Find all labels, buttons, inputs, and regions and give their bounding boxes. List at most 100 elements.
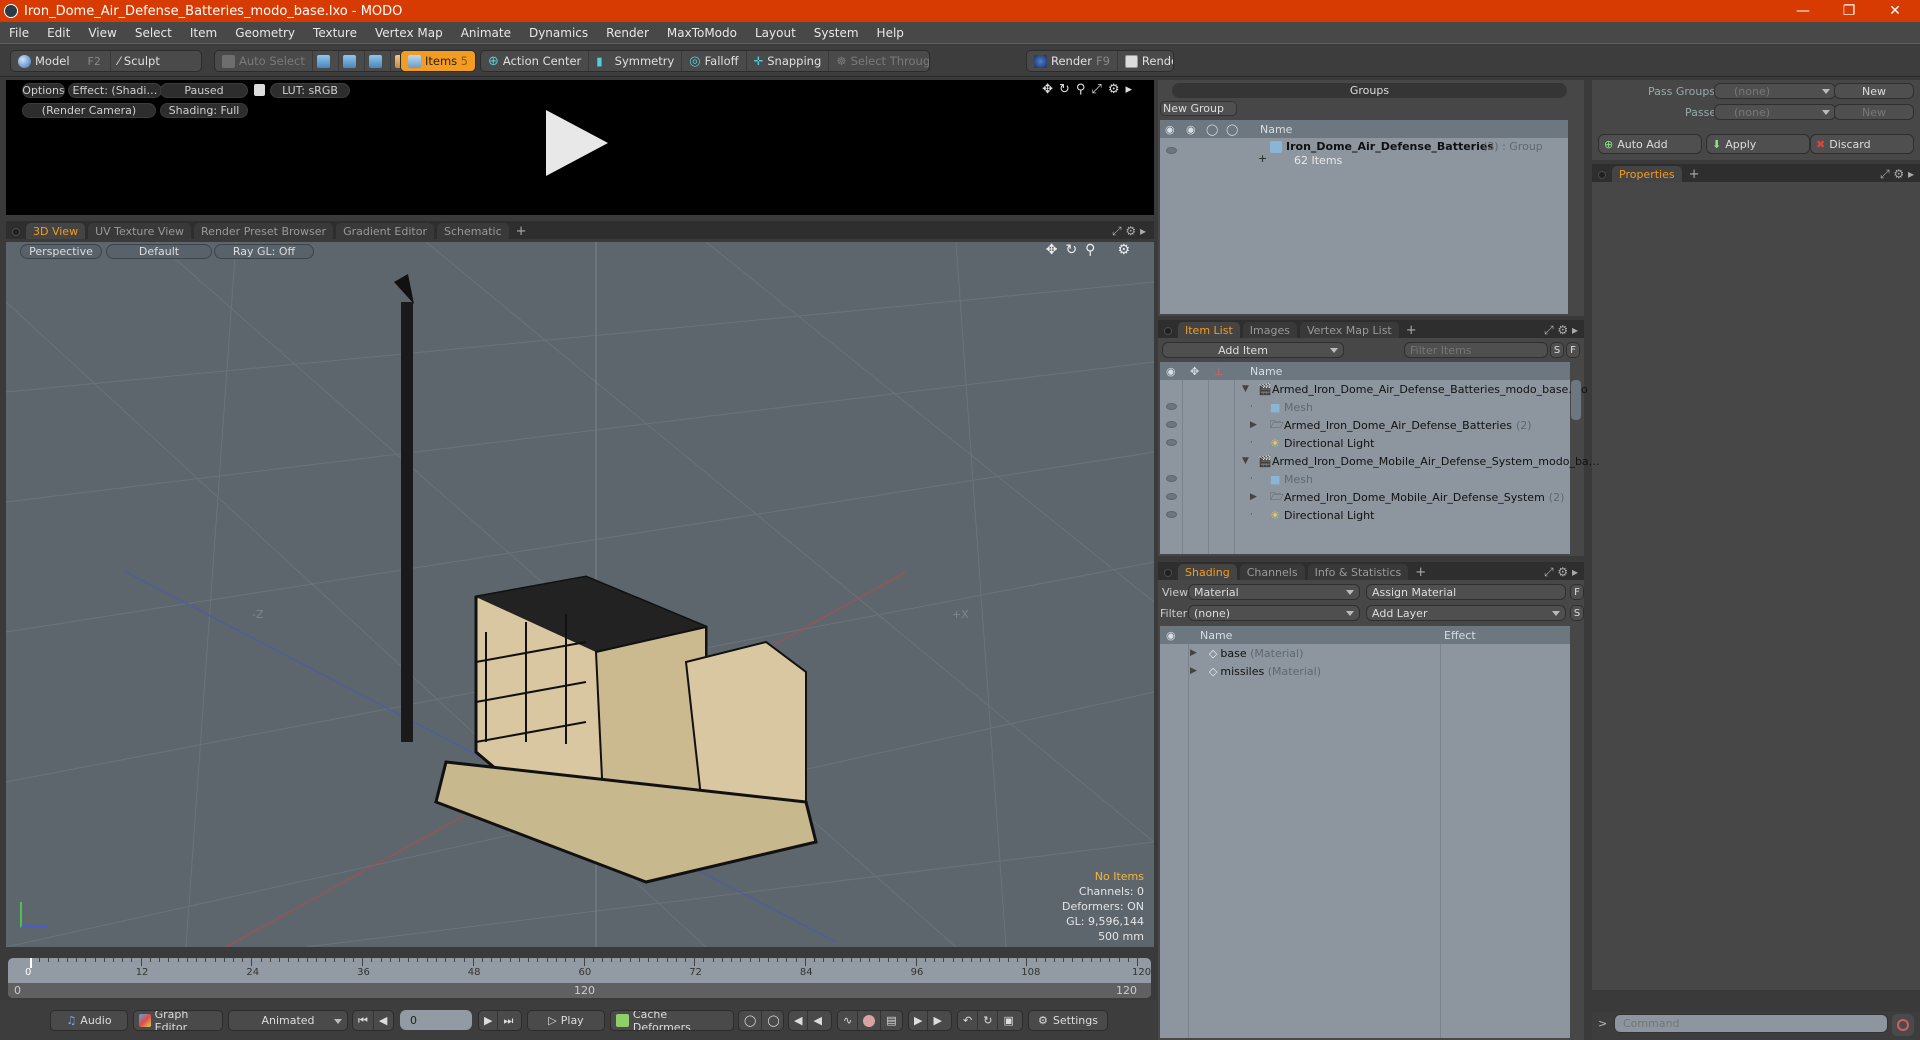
auto-select-button[interactable]: Auto Select bbox=[215, 51, 313, 71]
play-icon[interactable] bbox=[546, 110, 608, 176]
eye-icon[interactable] bbox=[1166, 403, 1177, 410]
menu-texture[interactable]: Texture bbox=[304, 26, 366, 40]
auto-key-button[interactable]: ∿ bbox=[838, 1011, 859, 1030]
shading-f-button[interactable]: F bbox=[1570, 584, 1584, 600]
menu-animate[interactable]: Animate bbox=[452, 26, 520, 40]
polygons-mode-button[interactable] bbox=[365, 51, 391, 71]
3d-viewport[interactable]: Perspective Default Ray GL: Off ✥↻⚲ ⚙ -Z … bbox=[6, 242, 1154, 947]
new-group-button[interactable]: New Group bbox=[1160, 101, 1237, 116]
filter-s-button[interactable]: S bbox=[1550, 342, 1564, 358]
expand-arrow-icon[interactable]: ▶ bbox=[1250, 420, 1257, 430]
new-pass-button[interactable]: New bbox=[1834, 104, 1914, 120]
snapping-button[interactable]: ✛ Snapping bbox=[747, 51, 830, 71]
menu-dynamics[interactable]: Dynamics bbox=[520, 26, 597, 40]
render-effect-dropdown[interactable]: Effect: (Shadi… bbox=[68, 83, 162, 98]
next-key-button[interactable]: ▶ bbox=[909, 1011, 929, 1030]
new-pass-group-button[interactable]: New bbox=[1834, 83, 1914, 99]
tab-uv-texture-view[interactable]: UV Texture View bbox=[88, 223, 192, 239]
menu-view[interactable]: View bbox=[79, 26, 125, 40]
render-shading-dropdown[interactable]: Shading: Full bbox=[160, 103, 248, 118]
settings-button[interactable]: ⚙ Settings bbox=[1028, 1010, 1108, 1031]
key-down-button[interactable]: ◯ bbox=[762, 1011, 783, 1030]
menu-render[interactable]: Render bbox=[597, 26, 658, 40]
gear-icon[interactable]: ⚙ bbox=[1108, 82, 1126, 97]
item-list-row[interactable]: ▶ 🗁 Armed_Iron_Dome_Mobile_Air_Defense_Sys… bbox=[1160, 488, 1570, 506]
add-tab-button[interactable]: + bbox=[1411, 565, 1430, 580]
shading-s-button[interactable]: S bbox=[1570, 605, 1584, 621]
tab-shading[interactable]: Shading bbox=[1178, 564, 1237, 580]
cache-deformers-button[interactable]: Cache Deformers bbox=[610, 1010, 734, 1031]
key-delete-button[interactable]: ↶ bbox=[958, 1011, 979, 1030]
record-button[interactable] bbox=[858, 1011, 882, 1030]
rotate-icon[interactable]: ↻ bbox=[1065, 242, 1085, 258]
viewport-panel-controls[interactable]: ⤢ ⚙ ▸ bbox=[1112, 224, 1146, 239]
view-dropdown[interactable]: Material bbox=[1188, 584, 1360, 600]
menu-item[interactable]: Item bbox=[181, 26, 226, 40]
select-through-button[interactable]: ☸ Select Through bbox=[829, 51, 929, 71]
eye-icon[interactable] bbox=[1166, 475, 1177, 482]
items-mode-button[interactable]: Items 5 bbox=[401, 51, 475, 71]
collapse-arrow-icon[interactable]: ▼ bbox=[1242, 384, 1249, 394]
add-tab-button[interactable]: + bbox=[1402, 323, 1421, 338]
key-refresh-button[interactable]: ↻ bbox=[978, 1011, 999, 1030]
key-filter-button[interactable]: ▤ bbox=[881, 1011, 901, 1030]
pan-icon[interactable]: ✥ bbox=[1046, 242, 1066, 258]
collapse-arrow-icon[interactable]: ▼ bbox=[1242, 456, 1249, 466]
maximize-icon[interactable]: ⤢ bbox=[1091, 82, 1107, 97]
key-up-button[interactable]: ◯ bbox=[739, 1011, 763, 1030]
pass-groups-dropdown[interactable]: (none) bbox=[1714, 83, 1836, 99]
menu-geometry[interactable]: Geometry bbox=[226, 26, 304, 40]
minimize-button[interactable]: — bbox=[1780, 0, 1826, 22]
eye-icon[interactable] bbox=[1166, 147, 1177, 154]
tab-schematic[interactable]: Schematic bbox=[437, 223, 509, 239]
filter-dropdown[interactable]: (none) bbox=[1188, 605, 1360, 621]
group-row[interactable]: + Iron_Dome_Air_Defense_Batteries (3) : … bbox=[1160, 138, 1568, 170]
next-frame-button[interactable]: ▶ bbox=[479, 1011, 499, 1030]
tab-images[interactable]: Images bbox=[1242, 322, 1297, 338]
render-camera-dropdown[interactable]: (Render Camera) bbox=[22, 103, 156, 118]
command-history-button[interactable] bbox=[1892, 1014, 1914, 1036]
properties-panel-controls[interactable]: ⤢ ⚙ ▸ bbox=[1880, 167, 1914, 182]
eye-icon[interactable] bbox=[1166, 511, 1177, 518]
item-list-row[interactable]: · ■ Mesh bbox=[1160, 398, 1570, 416]
apply-button[interactable]: ⬇ Apply bbox=[1706, 134, 1810, 154]
render-paused-button[interactable]: Paused bbox=[160, 83, 248, 98]
menu-system[interactable]: System bbox=[805, 26, 868, 40]
item-list-row[interactable]: ▼ 🎬 Armed_Iron_Dome_Mobile_Air_Defense_Sys… bbox=[1160, 452, 1600, 470]
play-button[interactable]: ▷ Play bbox=[527, 1010, 605, 1031]
prev-frame-button[interactable]: ◀ bbox=[374, 1011, 392, 1030]
tab-item-list[interactable]: Item List bbox=[1178, 322, 1240, 338]
expand-arrow-icon[interactable]: ▶ bbox=[1250, 492, 1257, 502]
current-frame-input[interactable]: 0 bbox=[400, 1010, 472, 1030]
tab-render-preset-browser[interactable]: Render Preset Browser bbox=[194, 223, 334, 239]
menu-select[interactable]: Select bbox=[126, 26, 181, 40]
playhead[interactable] bbox=[30, 958, 32, 968]
filter-items-input[interactable] bbox=[1404, 342, 1548, 358]
add-tab-button[interactable]: + bbox=[512, 224, 531, 239]
raygl-toggle[interactable]: Ray GL: Off bbox=[214, 244, 314, 259]
model-mode-button[interactable]: Model F2 bbox=[11, 51, 111, 71]
assign-material-button[interactable]: Assign Material bbox=[1366, 584, 1566, 600]
animated-dropdown[interactable]: Animated bbox=[228, 1010, 348, 1031]
material-row[interactable]: ▶ ◇ base (Material) bbox=[1190, 644, 1303, 662]
prev-key-button[interactable]: ◀ bbox=[789, 1011, 809, 1030]
graph-editor-button[interactable]: Graph Editor bbox=[133, 1010, 223, 1031]
key-copy-button[interactable]: ▣ bbox=[998, 1011, 1018, 1030]
command-input[interactable] bbox=[1614, 1014, 1888, 1033]
zoom-icon[interactable]: ⚲ bbox=[1076, 82, 1092, 97]
menu-file[interactable]: File bbox=[0, 26, 38, 40]
item-list-row[interactable]: · ■ Mesh bbox=[1160, 470, 1570, 488]
eye-icon[interactable] bbox=[1166, 439, 1177, 446]
add-layer-dropdown[interactable]: Add Layer bbox=[1366, 605, 1566, 621]
item-list-panel-controls[interactable]: ⤢ ⚙ ▸ bbox=[1544, 323, 1578, 338]
add-item-dropdown[interactable]: Add Item bbox=[1162, 342, 1344, 358]
menu-help[interactable]: Help bbox=[868, 26, 913, 40]
item-list-row[interactable]: ▼ 🎬 Armed_Iron_Dome_Air_Defense_Batteries_… bbox=[1160, 380, 1588, 398]
action-center-button[interactable]: ⊕ Action Center bbox=[481, 51, 590, 71]
zoom-icon[interactable]: ⚲ bbox=[1085, 242, 1103, 258]
falloff-button[interactable]: ◎ Falloff bbox=[682, 51, 747, 71]
timeline-range-bar[interactable]: 0 120 120 bbox=[8, 983, 1151, 998]
lock-icon[interactable] bbox=[254, 84, 265, 96]
expand-arrow-icon[interactable]: ▶ bbox=[1190, 666, 1197, 676]
tab-3d-view[interactable]: 3D View bbox=[26, 223, 86, 239]
